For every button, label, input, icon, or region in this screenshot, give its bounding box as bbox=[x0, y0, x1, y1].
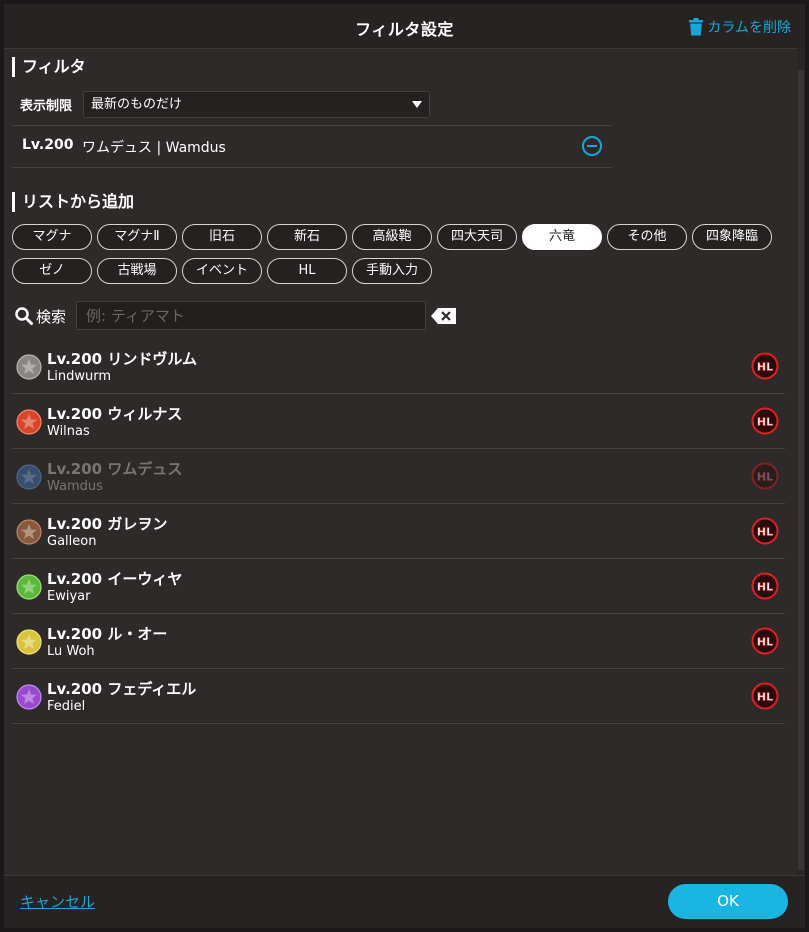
display-limit-value: 最新のものだけ bbox=[91, 97, 183, 112]
list-item[interactable]: Lv.200 フェディエル Fediel HL bbox=[12, 669, 785, 724]
list-item[interactable]: Lv.200 ワムデュス Wamdus HL bbox=[12, 449, 785, 504]
chip-guild-war[interactable]: 古戦場 bbox=[97, 258, 177, 284]
hl-badge-icon: HL bbox=[751, 462, 779, 490]
active-filter-row: Lv.200 ワムデュス | Wamdus bbox=[12, 125, 612, 168]
element-star-icon bbox=[16, 629, 42, 655]
list-item-subtitle: Ewiyar bbox=[47, 589, 91, 604]
list-item-title: Lv.200 ウィルナス bbox=[47, 405, 183, 423]
cancel-button[interactable]: キャンセル bbox=[20, 891, 95, 912]
filter-settings-dialog: フィルタ設定 カラムを削除 フィルタ 表示制限 最新のものだけ Lv.200 ワ… bbox=[4, 4, 805, 928]
chip-magna-2[interactable]: マグナⅡ bbox=[97, 224, 177, 250]
chip-manual-input[interactable]: 手動入力 bbox=[352, 258, 432, 284]
list-item[interactable]: Lv.200 リンドヴルム Lindwurm HL bbox=[12, 339, 785, 394]
delete-column-label: カラムを削除 bbox=[707, 20, 791, 36]
svg-text:HL: HL bbox=[757, 526, 773, 539]
dialog-header: フィルタ設定 カラムを削除 bbox=[4, 4, 805, 49]
chip-xeno[interactable]: ゼノ bbox=[12, 258, 92, 284]
hl-badge-icon: HL bbox=[751, 572, 779, 600]
display-limit-label: 表示制限 bbox=[20, 99, 73, 114]
element-star-icon bbox=[16, 354, 42, 380]
dialog-footer: キャンセル OK bbox=[4, 875, 805, 928]
trash-icon bbox=[689, 18, 704, 36]
hl-badge-icon: HL bbox=[751, 682, 779, 710]
svg-text:HL: HL bbox=[757, 361, 773, 374]
remove-filter-icon[interactable] bbox=[581, 135, 603, 157]
element-star-icon bbox=[16, 574, 42, 600]
filter-section-title: フィルタ bbox=[12, 57, 86, 77]
list-item-title: Lv.200 フェディエル bbox=[47, 680, 197, 698]
list-item-title: Lv.200 ガレヲン bbox=[47, 515, 168, 533]
chip-six-dragons[interactable]: 六竜 bbox=[522, 224, 602, 250]
svg-text:HL: HL bbox=[757, 416, 773, 429]
dropdown-arrow-icon bbox=[412, 101, 422, 108]
list-item-subtitle: Lu Woh bbox=[47, 644, 95, 659]
chip-other[interactable]: その他 bbox=[607, 224, 687, 250]
hl-badge-icon: HL bbox=[751, 407, 779, 435]
chip-luxury-bag[interactable]: 高級鞄 bbox=[352, 224, 432, 250]
list-item-subtitle: Wilnas bbox=[47, 424, 90, 439]
chip-event[interactable]: イベント bbox=[182, 258, 262, 284]
svg-text:HL: HL bbox=[757, 581, 773, 594]
list-item-title: Lv.200 ワムデュス bbox=[47, 460, 183, 478]
boss-list: Lv.200 リンドヴルム Lindwurm HL Lv.200 ウィルナス W… bbox=[12, 339, 785, 724]
hl-badge-icon: HL bbox=[751, 627, 779, 655]
chip-four-symbols[interactable]: 四象降臨 bbox=[692, 224, 772, 250]
svg-text:HL: HL bbox=[757, 471, 773, 484]
active-filter-level: Lv.200 bbox=[22, 137, 74, 153]
display-limit-select[interactable]: 最新のものだけ bbox=[83, 91, 430, 118]
chip-old-stone[interactable]: 旧石 bbox=[182, 224, 262, 250]
list-item-subtitle: Galleon bbox=[47, 534, 97, 549]
element-star-icon bbox=[16, 684, 42, 710]
chip-hl[interactable]: HL bbox=[267, 258, 347, 284]
search-icon bbox=[15, 307, 33, 325]
chip-four-primarchs[interactable]: 四大天司 bbox=[437, 224, 517, 250]
element-star-icon bbox=[16, 409, 42, 435]
list-item-subtitle: Wamdus bbox=[47, 479, 103, 494]
chip-new-stone[interactable]: 新石 bbox=[267, 224, 347, 250]
dialog-title: フィルタ設定 bbox=[355, 20, 454, 39]
element-star-icon bbox=[16, 464, 42, 490]
list-item[interactable]: Lv.200 ル・オー Lu Woh HL bbox=[12, 614, 785, 669]
search-label: 検索 bbox=[36, 308, 67, 326]
list-item-subtitle: Lindwurm bbox=[47, 369, 111, 384]
svg-text:HL: HL bbox=[757, 636, 773, 649]
list-item-title: Lv.200 イーウィヤ bbox=[47, 570, 183, 588]
list-item-title: Lv.200 リンドヴルム bbox=[47, 350, 198, 368]
hl-badge-icon: HL bbox=[751, 517, 779, 545]
list-item[interactable]: Lv.200 イーウィヤ Ewiyar HL bbox=[12, 559, 785, 614]
hl-badge-icon: HL bbox=[751, 352, 779, 380]
svg-text:HL: HL bbox=[757, 691, 773, 704]
add-from-list-title: リストから追加 bbox=[12, 192, 134, 212]
list-item[interactable]: Lv.200 ウィルナス Wilnas HL bbox=[12, 394, 785, 449]
delete-column-button[interactable]: カラムを削除 bbox=[689, 17, 791, 37]
ok-button[interactable]: OK bbox=[668, 884, 788, 919]
element-star-icon bbox=[16, 519, 42, 545]
scrollbar-thumb[interactable] bbox=[798, 70, 804, 870]
list-item-title: Lv.200 ル・オー bbox=[47, 625, 168, 643]
list-item[interactable]: Lv.200 ガレヲン Galleon HL bbox=[12, 504, 785, 559]
search-input[interactable] bbox=[76, 301, 426, 330]
clear-search-icon[interactable] bbox=[431, 307, 457, 325]
active-filter-name: ワムデュス | Wamdus bbox=[82, 140, 226, 156]
list-item-subtitle: Fediel bbox=[47, 699, 86, 714]
chip-magna[interactable]: マグナ bbox=[12, 224, 92, 250]
